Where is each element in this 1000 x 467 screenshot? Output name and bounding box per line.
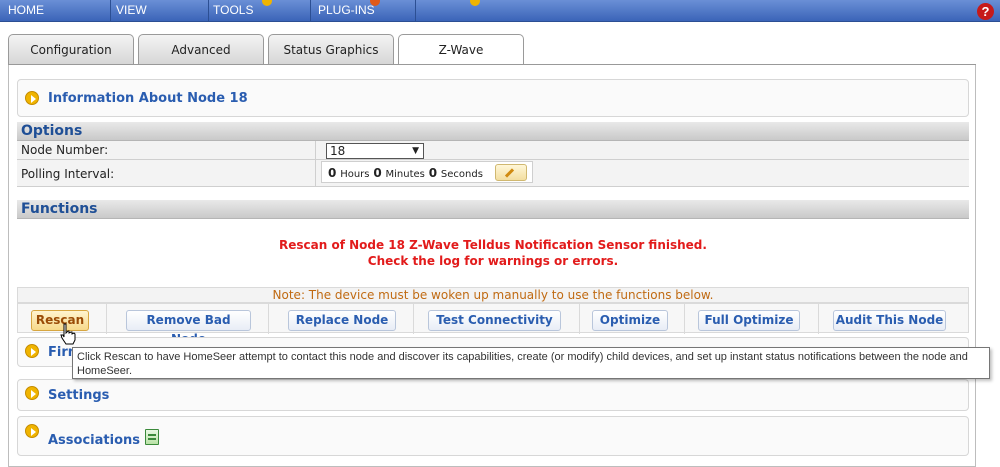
associations-panel: Associations [17, 416, 969, 456]
rescan-tooltip: Click Rescan to have HomeSeer attempt to… [72, 347, 990, 379]
options-header: Options [17, 122, 969, 141]
row-divider [315, 141, 316, 160]
tab-z-wave[interactable]: Z-Wave [398, 34, 524, 66]
menu-separator [208, 0, 209, 22]
rescan-message-line1: Rescan of Node 18 Z-Wave Telldus Notific… [279, 238, 707, 252]
function-button-row: Rescan Remove Bad Node Replace Node Test… [17, 303, 969, 346]
button-separator [684, 304, 685, 334]
polling-label: Polling Interval: [21, 167, 115, 181]
polling-hours: 0 [328, 166, 337, 180]
expand-icon[interactable] [25, 91, 39, 105]
settings-panel: Settings [17, 379, 969, 411]
polling-interval-text: 0 Hours 0 Minutes 0 Seconds [328, 166, 483, 180]
accent-shape [370, 0, 380, 6]
expand-icon[interactable] [25, 386, 39, 400]
menu-separator [310, 0, 311, 22]
node-number-value: 18 [330, 144, 346, 158]
menu-plugins[interactable]: PLUG-INS [318, 3, 375, 19]
polling-interval-box: 0 Hours 0 Minutes 0 Seconds [321, 161, 533, 183]
remove-bad-node-button[interactable]: Remove Bad Node [126, 310, 251, 346]
menu-bar: HOME VIEW TOOLS PLUG-INS ? [0, 0, 1000, 22]
tab-configuration[interactable]: Configuration [8, 34, 134, 65]
top-menu-bar: HOME VIEW TOOLS PLUG-INS ? [0, 0, 1000, 25]
settings-panel-title[interactable]: Settings [48, 388, 109, 403]
info-panel: Information About Node 18 [17, 79, 969, 117]
button-separator [268, 304, 269, 334]
node-number-label: Node Number: [21, 143, 109, 157]
tab-bar: Configuration Advanced Status Graphics Z… [0, 30, 1000, 66]
associations-panel-title[interactable]: Associations [48, 433, 140, 448]
audit-node-button[interactable]: Audit This Node [833, 310, 946, 331]
polling-minutes: 0 [373, 166, 382, 180]
menu-tools[interactable]: TOOLS [213, 3, 253, 19]
edit-polling-button[interactable] [495, 164, 527, 181]
z-wave-panel: Information About Node 18 Options Node N… [8, 65, 976, 467]
menu-view[interactable]: VIEW [116, 3, 147, 19]
pencil-icon [504, 168, 515, 178]
row-divider [315, 160, 316, 187]
replace-node-button[interactable]: Replace Node [288, 310, 396, 331]
accent-shape [470, 0, 480, 6]
wakeup-note: Note: The device must be woken up manual… [17, 287, 969, 303]
polling-hours-unit: Hours [340, 169, 370, 180]
test-connectivity-button[interactable]: Test Connectivity [428, 310, 561, 331]
button-separator [818, 304, 819, 334]
rescan-status-message: Rescan of Node 18 Z-Wave Telldus Notific… [9, 237, 977, 269]
button-separator [106, 304, 107, 334]
polling-seconds: 0 [428, 166, 438, 180]
accent-shape [262, 0, 272, 6]
optimize-button[interactable]: Optimize [592, 310, 668, 331]
notepad-icon[interactable] [145, 429, 159, 445]
menu-home[interactable]: HOME [8, 3, 44, 19]
button-separator [413, 304, 414, 334]
functions-header: Functions [17, 200, 969, 219]
node-number-row: Node Number: 18 ▼ [17, 141, 969, 160]
hand-cursor-icon [60, 323, 76, 345]
full-optimize-button[interactable]: Full Optimize [698, 310, 800, 331]
polling-row: Polling Interval: 0 Hours 0 Minutes 0 Se… [17, 160, 969, 187]
menu-separator [415, 0, 416, 22]
expand-icon[interactable] [25, 344, 39, 358]
expand-icon[interactable] [25, 424, 39, 438]
tab-advanced[interactable]: Advanced [138, 34, 264, 65]
info-panel-title[interactable]: Information About Node 18 [48, 91, 248, 106]
help-icon[interactable]: ? [977, 3, 994, 20]
polling-seconds-unit: Seconds [440, 169, 483, 180]
menu-separator [110, 0, 111, 22]
polling-minutes-unit: Minutes [385, 169, 425, 180]
chevron-down-icon: ▼ [412, 146, 419, 156]
rescan-message-line2: Check the log for warnings or errors. [367, 254, 619, 268]
node-number-select[interactable]: 18 ▼ [326, 143, 424, 159]
button-separator [579, 304, 580, 334]
tab-status-graphics[interactable]: Status Graphics [268, 34, 394, 65]
